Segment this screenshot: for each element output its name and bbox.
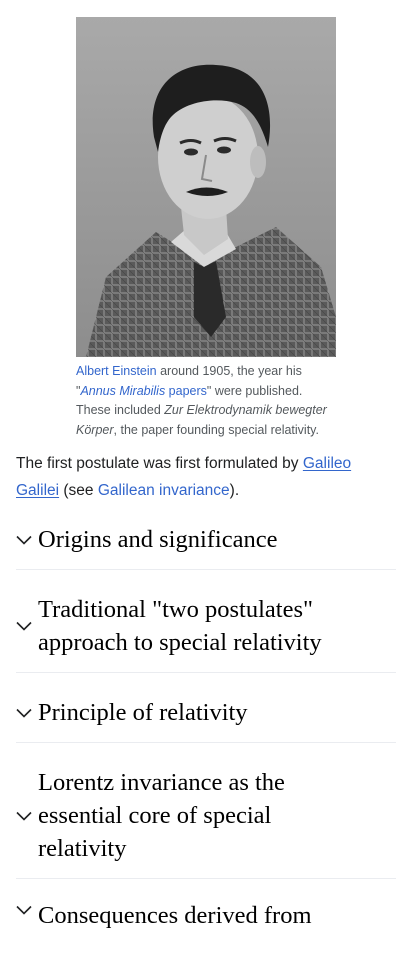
paragraph-text: ). [229,482,240,499]
section-title: Consequences derived from [38,902,312,929]
chevron-down-icon [16,621,38,631]
section-origins-and-significance[interactable]: Origins and significance [16,510,396,570]
photo-caption: Albert Einstein around 1905, the year hi… [76,362,338,440]
section-title: Principle of relativity [38,699,248,726]
caption-text: , the paper founding special relativity. [113,422,319,437]
paragraph-text: (see [59,482,98,499]
chevron-down-icon [16,811,38,821]
caption-link-annus-mirabilis-rest: papers [165,383,207,398]
einstein-portrait-photo[interactable] [76,17,336,357]
chevron-down-icon [16,905,38,915]
section-principle-of-relativity[interactable]: Principle of relativity [16,683,396,743]
caption-link-annus-mirabilis-italic: Annus Mirabilis [80,383,166,398]
body-paragraph: The first postulate was first formulated… [16,450,396,504]
section-title: Traditional "two postulates" approach to… [38,596,322,656]
chevron-down-icon [16,708,38,718]
section-two-postulates[interactable]: Traditional "two postulates" approach to… [16,580,396,673]
paragraph-text: The first postulate was first formulated… [16,455,303,472]
caption-link-albert-einstein[interactable]: Albert Einstein [76,364,157,378]
section-title: Lorentz invariance as the essential core… [38,769,285,862]
section-consequences[interactable]: Consequences derived from [16,893,396,973]
chevron-down-icon [16,535,38,545]
section-lorentz-invariance[interactable]: Lorentz invariance as the essential core… [16,753,396,879]
link-galilean-invariance[interactable]: Galilean invariance [98,482,230,499]
caption-link-annus-mirabilis[interactable]: Annus Mirabilis papers [80,384,206,398]
section-title: Origins and significance [38,526,278,553]
